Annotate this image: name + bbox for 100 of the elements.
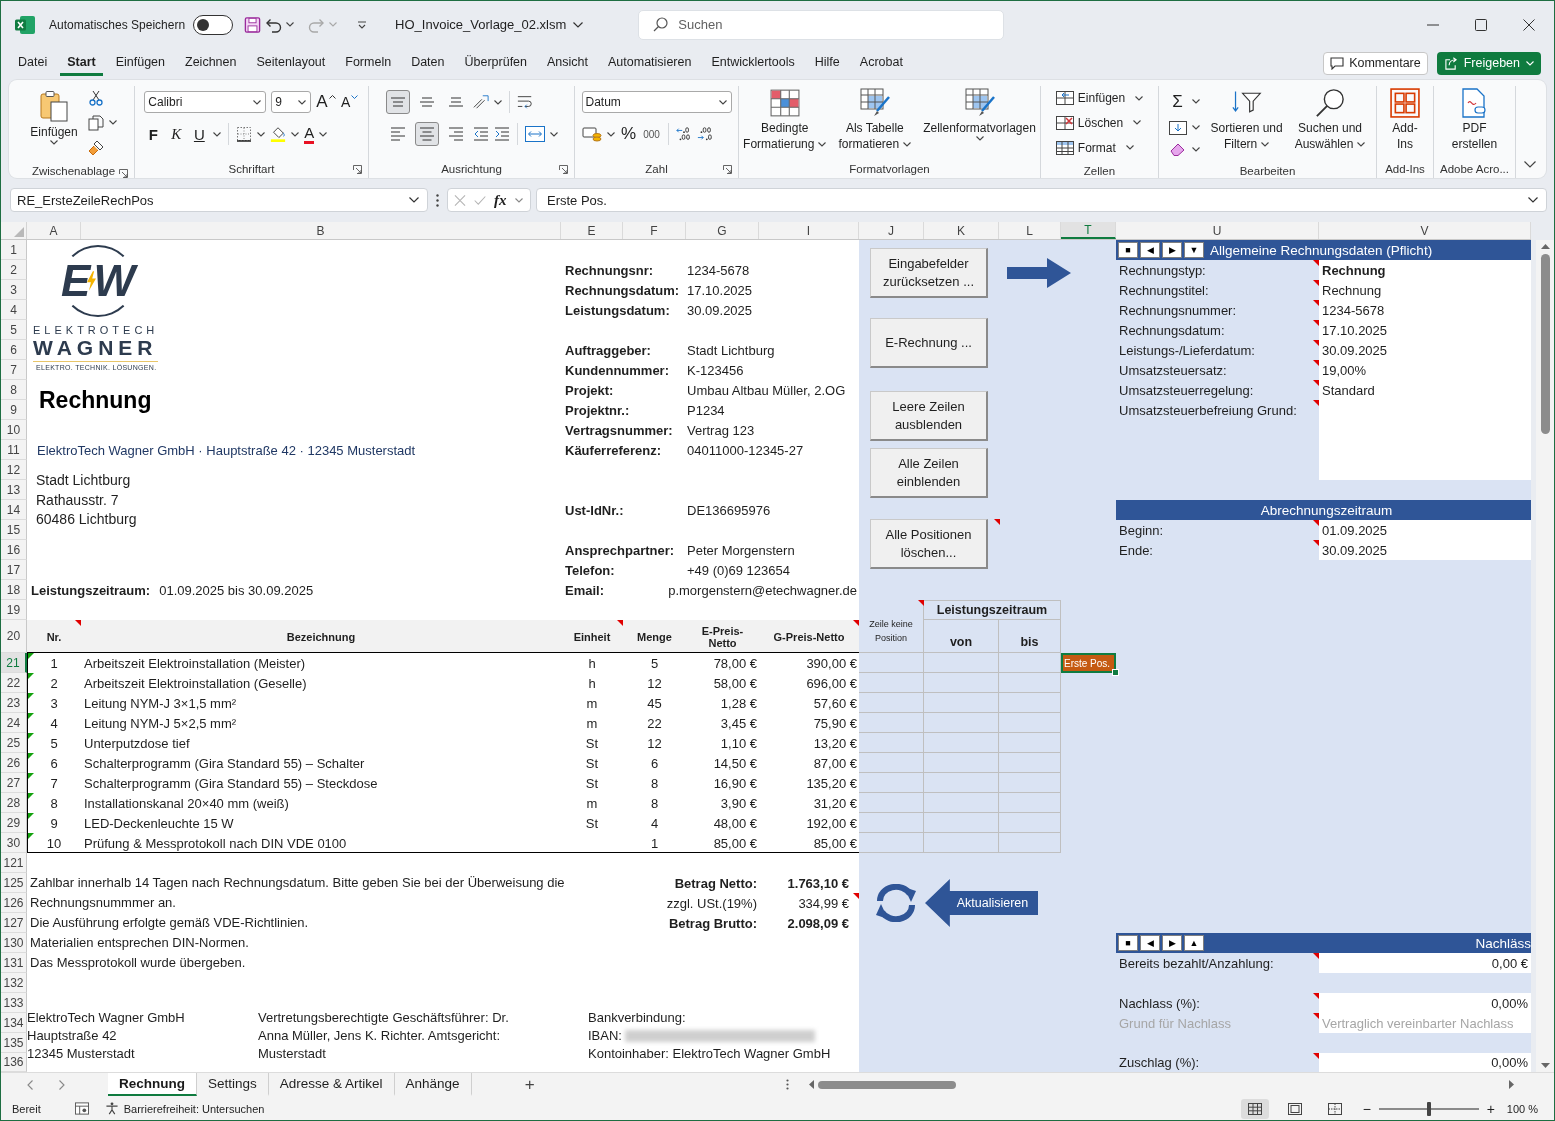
row-header[interactable]: 16 bbox=[1, 540, 27, 560]
column-header[interactable]: U bbox=[1116, 222, 1319, 239]
column-header[interactable]: E bbox=[561, 222, 623, 239]
scroll-up-icon[interactable] bbox=[1540, 244, 1550, 249]
menu-tab[interactable]: Formeln bbox=[338, 50, 399, 76]
scroll-thumb[interactable] bbox=[1540, 254, 1550, 434]
thousands-button[interactable]: 000 bbox=[642, 122, 661, 146]
ribbon-button[interactable]: Add- Ins bbox=[1387, 86, 1423, 160]
caret-down-icon[interactable] bbox=[257, 131, 266, 137]
row-header[interactable]: 4 bbox=[1, 300, 27, 320]
zoom-out-button[interactable]: − bbox=[1360, 1100, 1373, 1117]
row-header[interactable]: 130 bbox=[1, 933, 27, 953]
caret-down-icon[interactable] bbox=[1191, 99, 1200, 105]
corner-arrow-icon[interactable] bbox=[559, 165, 568, 174]
corner-arrow-icon[interactable] bbox=[353, 165, 362, 174]
nav-button[interactable]: ▼ bbox=[1184, 242, 1204, 258]
scroll-left-icon[interactable] bbox=[808, 1080, 814, 1089]
row-header[interactable]: 7 bbox=[1, 360, 27, 380]
borders-icon[interactable] bbox=[236, 126, 253, 142]
decimal-increase-icon[interactable] bbox=[675, 126, 692, 142]
ribbon-button[interactable]: Format bbox=[1055, 140, 1144, 155]
ribbon-button[interactable]: Löschen bbox=[1055, 116, 1144, 130]
macro-button[interactable]: Alle Zeilen einblenden bbox=[870, 448, 988, 498]
refresh-icon[interactable] bbox=[874, 884, 918, 922]
chevron-right-icon[interactable] bbox=[59, 1079, 65, 1090]
row-header[interactable]: 27 bbox=[1, 773, 27, 793]
menu-tab[interactable]: Seitenlayout bbox=[249, 50, 333, 76]
caret-down-icon[interactable] bbox=[286, 22, 295, 27]
decimal-decrease-icon[interactable] bbox=[696, 126, 713, 142]
macro-button[interactable]: Alle Positionen löschen... bbox=[870, 519, 988, 569]
row-header[interactable]: 20 bbox=[1, 620, 27, 653]
save-icon[interactable] bbox=[244, 16, 262, 33]
caret-down-icon[interactable] bbox=[493, 99, 502, 105]
menu-tab[interactable]: Zeichnen bbox=[178, 50, 244, 76]
more-icon[interactable] bbox=[436, 193, 439, 207]
sum-button[interactable]: Σ bbox=[1168, 89, 1187, 114]
scroll-down-icon[interactable] bbox=[1540, 1063, 1550, 1068]
menu-tab[interactable]: Einfügen bbox=[108, 50, 173, 76]
menu-tab[interactable]: Automatisieren bbox=[601, 50, 699, 76]
menu-tab[interactable]: Ansicht bbox=[540, 50, 596, 76]
row-header[interactable]: 3 bbox=[1, 280, 27, 300]
menu-tab[interactable]: Überprüfen bbox=[457, 50, 535, 76]
row-header[interactable]: 126 bbox=[1, 893, 27, 913]
row-header[interactable]: 131 bbox=[1, 953, 27, 973]
customize-icon[interactable] bbox=[357, 20, 368, 29]
input-field[interactable]: Rechnung bbox=[1319, 260, 1531, 280]
row-header[interactable]: 2 bbox=[1, 260, 27, 280]
nav-button[interactable]: ■ bbox=[1118, 242, 1138, 258]
paste-button[interactable]: Einfügen bbox=[28, 88, 80, 164]
autosave-toggle[interactable] bbox=[193, 14, 234, 35]
font-name-dropdown[interactable]: Calibri bbox=[144, 91, 267, 113]
row-header[interactable]: 9 bbox=[1, 400, 27, 420]
corner-arrow-icon[interactable] bbox=[723, 165, 732, 174]
caret-down-icon[interactable] bbox=[291, 131, 300, 137]
nav-button[interactable]: ▶ bbox=[1162, 935, 1182, 951]
row-header[interactable]: 30 bbox=[1, 833, 27, 853]
file-name-button[interactable]: HO_Invoice_Vorlage_02.xlsm bbox=[395, 11, 584, 38]
column-header[interactable]: A bbox=[27, 222, 81, 239]
column-header[interactable]: I bbox=[759, 222, 859, 239]
ribbon-button[interactable]: Als Tabelle formatieren bbox=[835, 86, 915, 160]
input-field[interactable]: 19,00% bbox=[1319, 360, 1531, 380]
menu-tab[interactable]: Hilfe bbox=[807, 50, 847, 76]
fill-handle-icon[interactable] bbox=[1112, 669, 1119, 676]
add-sheet-button[interactable]: + bbox=[521, 1074, 538, 1095]
row-header[interactable]: 13 bbox=[1, 480, 27, 500]
input-field[interactable]: 01.09.2025 bbox=[1319, 520, 1531, 540]
font-size-dropdown[interactable]: 9 bbox=[271, 91, 312, 113]
wrap-text-icon[interactable] bbox=[516, 94, 533, 110]
arrow-down-box-icon[interactable] bbox=[1168, 121, 1187, 135]
caret-down-icon[interactable] bbox=[109, 120, 117, 126]
maximize-icon[interactable] bbox=[1475, 18, 1487, 31]
row-header[interactable]: 10 bbox=[1, 420, 27, 440]
caret-down-icon[interactable] bbox=[1191, 125, 1200, 131]
row-header[interactable]: 125 bbox=[1, 873, 27, 893]
caret-down-icon[interactable] bbox=[1191, 146, 1200, 152]
input-field[interactable]: 30.09.2025 bbox=[1319, 540, 1531, 560]
input-field[interactable]: 17.10.2025 bbox=[1319, 320, 1531, 340]
column-header[interactable]: T bbox=[1061, 222, 1116, 239]
macro-button[interactable]: Leere Zeilen ausblenden bbox=[870, 391, 988, 441]
comments-button[interactable]: Kommentare bbox=[1323, 51, 1428, 75]
nav-button[interactable]: ▲ bbox=[1184, 935, 1204, 951]
input-field[interactable]: Rechnung bbox=[1319, 280, 1531, 300]
input-field[interactable]: 0,00% bbox=[1319, 1053, 1531, 1072]
ribbon-button[interactable]: PDF erstellen bbox=[1448, 86, 1501, 160]
input-field[interactable]: Standard bbox=[1319, 380, 1531, 400]
row-header[interactable]: 6 bbox=[1, 340, 27, 360]
input-field[interactable]: 1234-5678 bbox=[1319, 300, 1531, 320]
chevron-left-icon[interactable] bbox=[27, 1079, 33, 1090]
number-format-dropdown[interactable]: Datum bbox=[581, 91, 732, 113]
column-header[interactable]: K bbox=[924, 222, 999, 239]
row-header[interactable]: 22 bbox=[1, 673, 27, 693]
column-header[interactable]: B bbox=[81, 222, 561, 239]
column-header[interactable]: J bbox=[859, 222, 924, 239]
align-button[interactable] bbox=[385, 90, 410, 114]
view-button[interactable] bbox=[1240, 1098, 1269, 1119]
scroll-thumb[interactable] bbox=[817, 1080, 956, 1089]
menu-tab[interactable]: Entwicklertools bbox=[704, 50, 802, 76]
menu-tab[interactable]: Daten bbox=[404, 50, 452, 76]
row-header[interactable]: 28 bbox=[1, 793, 27, 813]
menu-tab[interactable]: Acrobat bbox=[852, 50, 910, 76]
